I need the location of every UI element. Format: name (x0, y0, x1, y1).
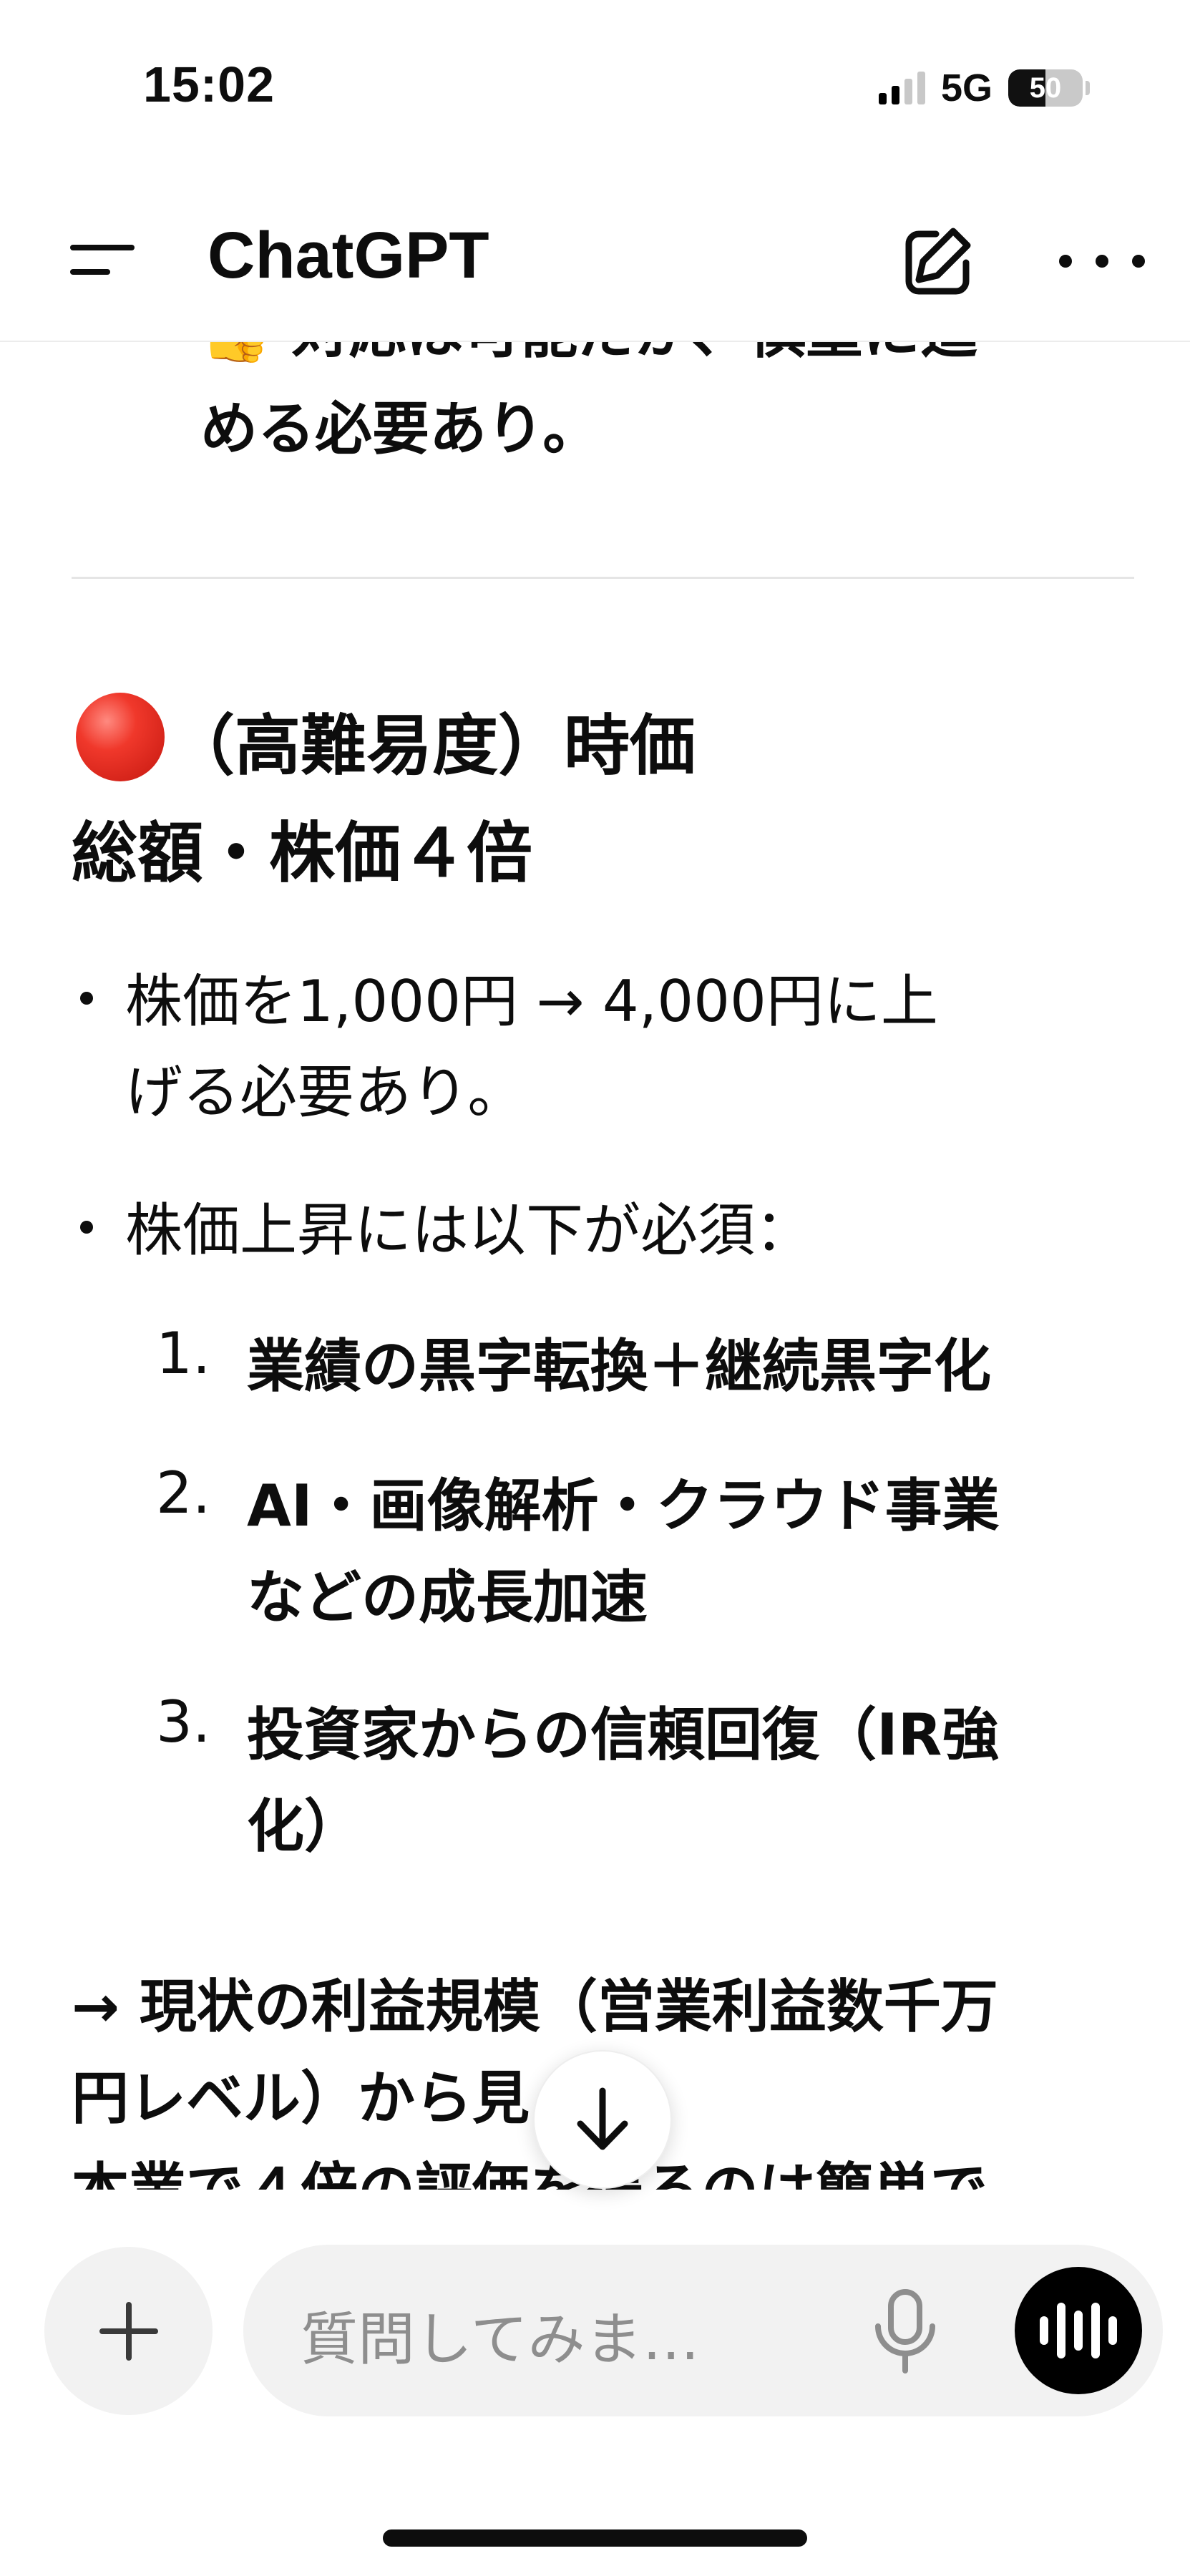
plus-icon (99, 2301, 158, 2361)
numbered-item-3-line2: 化） (247, 1793, 361, 1860)
bullet-1-line1: 株価を1,000円 → 4,000円に上 (125, 968, 938, 1035)
red-circle-emoji (76, 693, 165, 781)
battery-icon: 50 (1008, 69, 1083, 107)
previous-continuation-line: める必要あり。 (200, 396, 600, 462)
app-header: ChatGPT (0, 179, 1190, 342)
numbered-item-2-line1: AI・画像解析・クラウド事業 (247, 1473, 1000, 1539)
section-divider (72, 577, 1134, 579)
bullet-2-line1: 株価上昇には以下が必須： (125, 1197, 812, 1264)
voice-mode-icon (1040, 2316, 1048, 2345)
microphone-icon[interactable] (862, 2286, 948, 2376)
voice-mode-button[interactable] (1015, 2267, 1142, 2394)
more-icon[interactable] (1059, 243, 1145, 279)
list-number-1: 1. (156, 1320, 211, 1387)
conclusion-line1: → 現状の利益規模（営業利益数千万 (72, 1974, 998, 2040)
home-indicator (383, 2529, 807, 2547)
numbered-item-2-line2: などの成長加速 (247, 1564, 648, 1631)
status-time: 15:02 (143, 57, 275, 112)
network-type: 5G (940, 67, 993, 109)
status-indicators: 5G 50 (878, 66, 1090, 110)
bullet-marker (80, 992, 93, 1005)
section-heading-line2: 総額・株価４倍 (72, 815, 533, 892)
bullet-marker (80, 1221, 93, 1234)
scroll-to-bottom-button[interactable] (533, 2050, 672, 2189)
add-attachment-button[interactable] (44, 2247, 213, 2415)
conclusion-line2: 円レベル）から見 (72, 2065, 530, 2132)
message-input-placeholder: 質問してみま… (301, 2306, 700, 2373)
section-heading-line1: （高難易度）時価 (169, 708, 696, 784)
signal-strength-icon (878, 72, 925, 104)
list-number-3: 3. (156, 1689, 211, 1755)
app-title: ChatGPT (208, 219, 489, 292)
battery-cap (1086, 81, 1090, 95)
numbered-item-3-line1: 投資家からの信頼回復（IR強 (247, 1702, 1000, 1768)
arrow-down-icon (577, 2087, 628, 2150)
compose-icon[interactable] (894, 218, 980, 304)
menu-icon[interactable] (57, 229, 143, 293)
battery-percent: 50 (1029, 72, 1062, 104)
list-number-2: 2. (156, 1460, 211, 1526)
bullet-1-line2: げる必要あり。 (125, 1059, 525, 1126)
numbered-item-1-line1: 業績の黒字転換＋継続黒字化 (247, 1333, 991, 1400)
status-bar: 15:02 5G 50 (0, 0, 1190, 179)
